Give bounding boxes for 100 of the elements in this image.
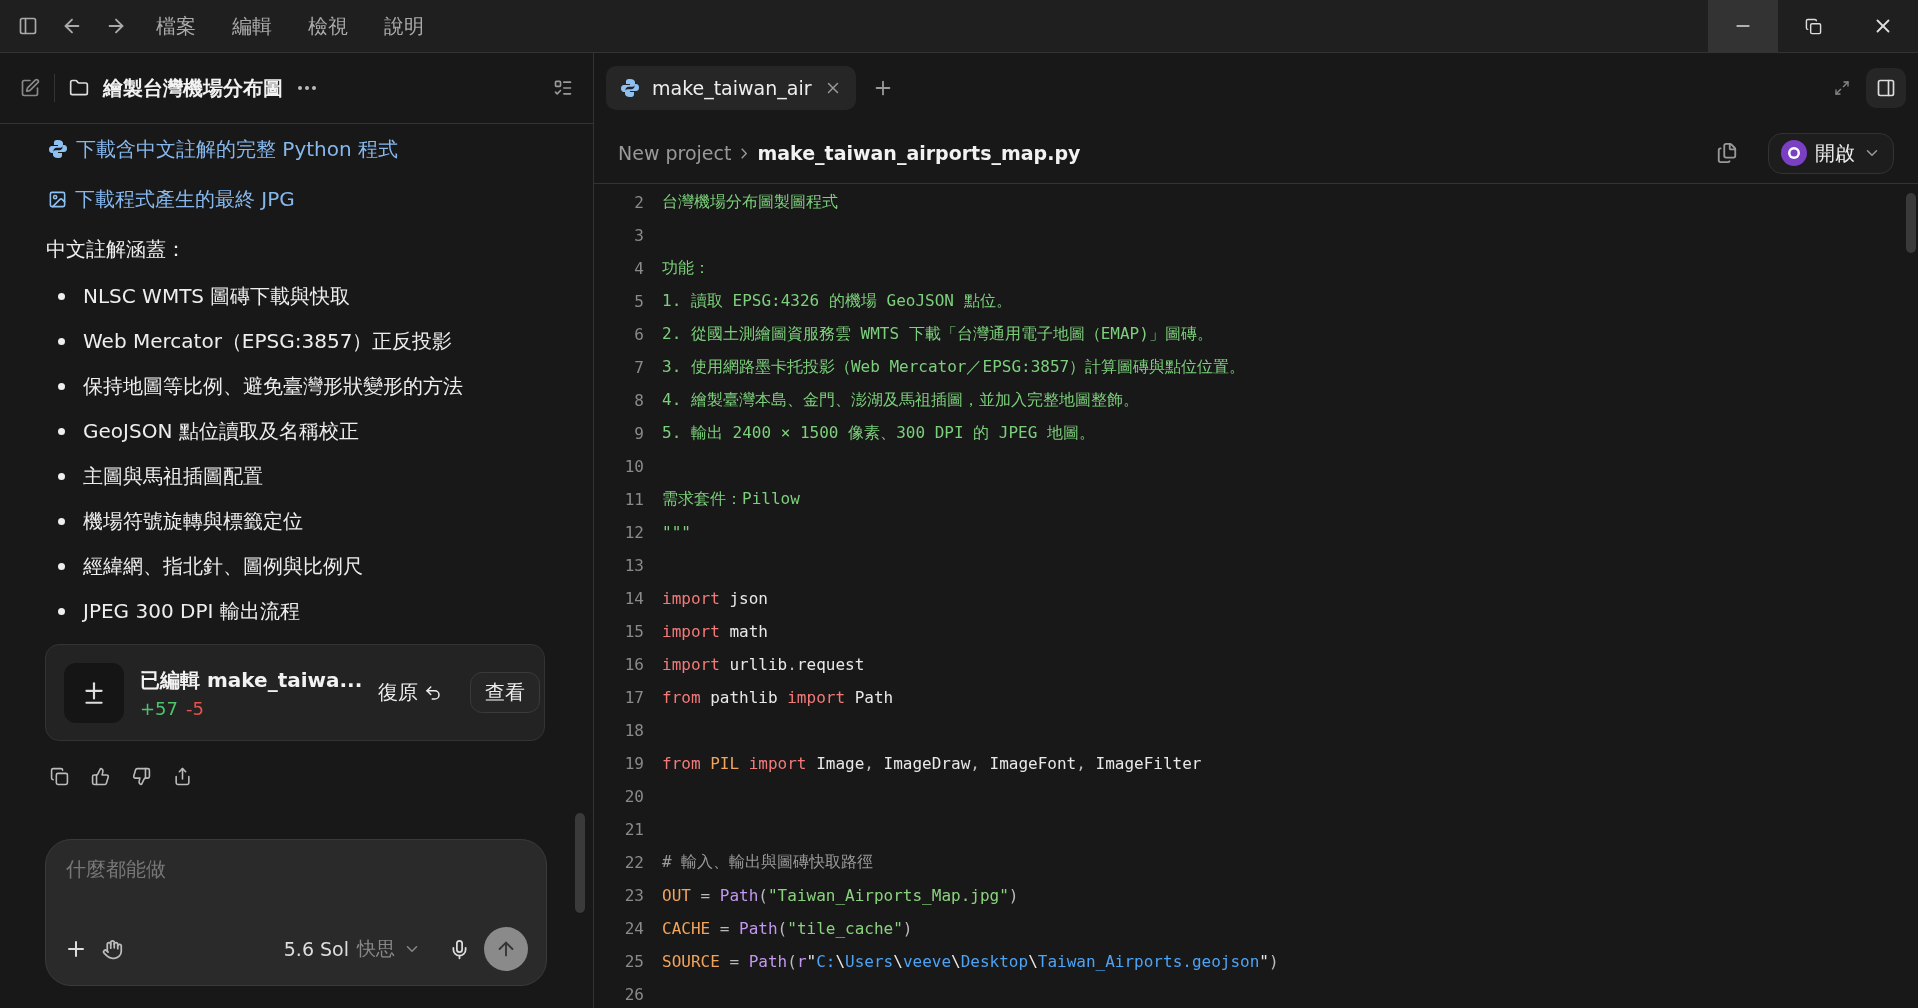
removed-count: -5 xyxy=(186,697,204,719)
expand-icon[interactable] xyxy=(1834,80,1850,96)
line-number: 25 xyxy=(623,952,644,971)
code-line: CACHE = Path("tile_cache") xyxy=(662,919,913,938)
line-number: 11 xyxy=(623,490,644,509)
code-line: import urllib.request xyxy=(662,655,865,674)
open-button[interactable]: 開啟 xyxy=(1768,132,1894,174)
thumbs-up-icon[interactable] xyxy=(91,767,110,786)
bullet-dot xyxy=(58,428,65,435)
section-heading: 中文註解涵蓋： xyxy=(46,235,187,263)
code-line: from pathlib import Path xyxy=(662,688,894,707)
bullet-text: 機場符號旋轉與標籤定位 xyxy=(83,508,303,535)
code-line: 台灣機場分布圖製圖程式 xyxy=(662,192,838,213)
edit-title: 已編輯 make_taiwa... xyxy=(140,666,363,694)
bullet-dot xyxy=(58,473,65,480)
model-selector[interactable]: 5.6 Sol 快思 xyxy=(283,936,421,962)
thumbs-down-icon[interactable] xyxy=(132,767,151,786)
bullet-text: 經緯網、指北針、圖例與比例尺 xyxy=(83,553,363,580)
folder-icon xyxy=(69,78,89,98)
line-number: 24 xyxy=(623,919,644,938)
line-number: 21 xyxy=(623,820,644,839)
code-line: SOURCE = Path(r"C:\Users\veeve\Desktop\Taiwan_Airports.geojson") xyxy=(662,952,1279,971)
line-number: 20 xyxy=(623,787,644,806)
line-number: 19 xyxy=(623,754,644,773)
copy-icon[interactable] xyxy=(50,767,69,786)
line-number: 23 xyxy=(623,886,644,905)
bullet-dot xyxy=(58,518,65,525)
line-number: 4 xyxy=(633,259,644,278)
bullet-text: 保持地圖等比例、避免臺灣形狀變形的方法 xyxy=(83,373,463,400)
code-line: 5. 輸出 2400 × 1500 像素、300 DPI 的 JPEG 地圖。 xyxy=(662,423,1095,444)
scrollbar[interactable] xyxy=(1906,193,1916,253)
panel-toggle-icon[interactable] xyxy=(1866,68,1906,108)
code-line: 功能： xyxy=(662,258,710,279)
restore-icon[interactable] xyxy=(1804,17,1822,35)
bullet-text: 主圖與馬祖插圖配置 xyxy=(83,463,263,490)
line-number: 22 xyxy=(623,853,644,872)
download-link[interactable]: 下載含中文註解的完整 Python 程式 xyxy=(48,124,553,174)
send-button[interactable] xyxy=(484,927,528,971)
download-link[interactable]: 下載程式產生的最終 JPG xyxy=(48,174,553,224)
menu-item[interactable]: 檢視 xyxy=(290,12,366,40)
python-icon xyxy=(620,78,640,98)
bullet-text: JPEG 300 DPI 輸出流程 xyxy=(83,598,300,625)
code-line: """ xyxy=(662,523,691,542)
task-list-icon[interactable] xyxy=(553,78,573,98)
menu-item[interactable]: 說明 xyxy=(366,12,442,40)
undo-icon[interactable] xyxy=(424,683,443,702)
file-tab[interactable]: make_taiwan_air xyxy=(606,66,856,110)
diff-icon xyxy=(64,662,124,723)
menu-item[interactable]: 編輯 xyxy=(214,12,290,40)
bullet-dot xyxy=(58,608,65,615)
code-line: from PIL import Image, ImageDraw, ImageFont, ImageFilter xyxy=(662,754,1202,773)
revert-button[interactable]: 復原 xyxy=(378,679,443,706)
menu-item[interactable]: 檔案 xyxy=(138,12,214,40)
github-icon xyxy=(1781,140,1807,166)
code-line: 2. 從國土測繪圖資服務雲 WMTS 下載「台灣通用電子地圖（EMAP)」圖磚。 xyxy=(662,324,1213,345)
bullet-dot xyxy=(58,338,65,345)
line-number: 18 xyxy=(623,721,644,740)
line-number: 17 xyxy=(623,688,644,707)
line-number: 5 xyxy=(633,292,644,311)
line-number: 16 xyxy=(623,655,644,674)
message-input[interactable]: 什麼都能做 xyxy=(64,856,528,882)
line-number: 15 xyxy=(623,622,644,641)
line-number: 2 xyxy=(633,193,644,212)
line-number: 8 xyxy=(633,391,644,410)
line-number: 12 xyxy=(623,523,644,542)
breadcrumb-item[interactable]: New project xyxy=(618,142,732,164)
folders-icon[interactable] xyxy=(1716,142,1738,164)
bullet-text: NLSC WMTS 圖磚下載與快取 xyxy=(83,283,351,310)
line-number: 26 xyxy=(623,985,644,1004)
bullet-text: GeoJSON 點位讀取及名稱校正 xyxy=(83,418,359,445)
line-number: 13 xyxy=(623,556,644,575)
added-count: +57 xyxy=(140,697,178,719)
new-chat-icon[interactable] xyxy=(20,78,40,98)
line-number: 7 xyxy=(633,358,644,377)
code-line: 需求套件：Pillow xyxy=(662,489,800,510)
bullet-dot xyxy=(58,563,65,570)
code-line: 1. 讀取 EPSG:4326 的機場 GeoJSON 點位。 xyxy=(662,291,1012,312)
code-line: 4. 繪製臺灣本島、金門、澎湖及馬祖插圖，並加入完整地圖整飾。 xyxy=(662,390,1139,411)
view-button[interactable]: 查看 xyxy=(470,672,541,713)
line-number: 9 xyxy=(633,424,644,443)
bullet-text: Web Mercator（EPSG:3857）正反投影 xyxy=(83,328,453,355)
code-line: import math xyxy=(662,622,768,641)
hand-icon[interactable] xyxy=(102,938,123,960)
code-line: import json xyxy=(662,589,768,608)
code-line: OUT = Path("Taiwan_Airports_Map.jpg") xyxy=(662,886,1019,905)
image-icon xyxy=(48,189,67,209)
bullet-dot xyxy=(58,383,65,390)
line-number: 3 xyxy=(633,226,644,245)
chevron-icon xyxy=(741,147,748,159)
chat-title: 繪製台灣機場分布圖 xyxy=(103,74,283,102)
line-number: 10 xyxy=(623,457,644,476)
scrollbar[interactable] xyxy=(575,813,585,913)
more-icon[interactable] xyxy=(297,85,317,91)
python-icon xyxy=(48,139,68,159)
code-line: 3. 使用網路墨卡托投影（Web Mercator／EPSG:3857）計算圖磚與點位位置。 xyxy=(662,357,1246,378)
line-number: 6 xyxy=(633,325,644,344)
bullet-dot xyxy=(58,293,65,300)
share-icon[interactable] xyxy=(173,767,192,786)
breadcrumb-item[interactable]: make_taiwan_airports_map.py xyxy=(757,142,1081,164)
code-line: # 輸入、輸出與圖磚快取路徑 xyxy=(662,852,874,873)
